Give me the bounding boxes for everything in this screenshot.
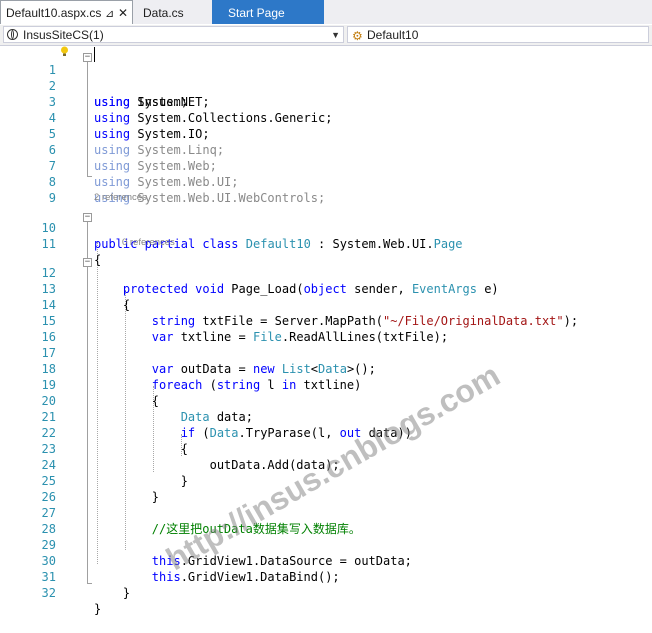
navigation-bar: InsusSiteCS(1) ▼ ⚙ Default10: [0, 25, 652, 46]
code-line-28: 28: [0, 505, 652, 536]
code-line-16: 16: [0, 313, 652, 344]
code-line-23: 23 outData.Add(data);: [0, 425, 652, 472]
code-line-21: 21 if (Data.TryParase(l, out data)): [0, 393, 652, 440]
code-line-19: 19 {: [0, 361, 652, 408]
line-number: 32: [41, 586, 56, 600]
code-line-4: 4 using System.IO;: [0, 94, 652, 141]
code-line-13: 13 {: [0, 265, 652, 312]
tab-label: Data.cs: [143, 6, 184, 20]
text-cursor: [94, 47, 95, 62]
document-tab-bar: Default10.aspx.cs ⊿ ✕ Data.cs Start Page: [0, 0, 652, 24]
class-icon: ⚙: [352, 29, 363, 43]
code-line-26: 26: [0, 473, 652, 504]
code-line-15: 15 var txtline = File.ReadAllLines(txtFi…: [0, 297, 652, 344]
tab-default10-aspx-cs[interactable]: Default10.aspx.cs ⊿ ✕: [0, 0, 133, 24]
project-dropdown-value: InsusSiteCS(1): [23, 28, 104, 42]
class-dropdown[interactable]: ⚙ Default10: [347, 26, 649, 43]
lightbulb-icon[interactable]: [60, 46, 69, 57]
code-line-7: 7 using System.Web.UI;: [0, 142, 652, 189]
code-line-31: 31 }: [0, 553, 652, 600]
class-dropdown-value: Default10: [367, 28, 419, 42]
codelens-class-references[interactable]: 2 references: [94, 191, 147, 205]
project-dropdown[interactable]: InsusSiteCS(1) ▼: [3, 26, 344, 43]
code-line-32: 32 }: [0, 569, 652, 616]
code-line-6: 6 using System.Web;: [0, 126, 652, 173]
code-line-22: 22 {: [0, 409, 652, 456]
code-editor[interactable]: − − − 1 using Insus.NET; 2 using System;…: [0, 46, 652, 616]
code-line-24: 24 }: [0, 441, 652, 488]
codelens-method-references[interactable]: 0 references: [122, 236, 175, 250]
pin-icon[interactable]: ⊿: [105, 1, 114, 27]
code-line-30: 30 this.GridView1.DataBind();: [0, 537, 652, 584]
code-line-5: 5 using System.Linq;: [0, 110, 652, 157]
tab-label: Default10.aspx.cs: [6, 6, 102, 20]
code-line-12: 12 protected void Page_Load(object sende…: [0, 249, 652, 296]
code-line-3: 3 using System.Collections.Generic;: [0, 78, 652, 125]
code-line-9: 9: [0, 174, 652, 205]
code-line-18: 18 foreach (string l in txtline): [0, 345, 652, 392]
code-line-27: 27 //这里把outData数据集写入数据库。: [0, 489, 652, 536]
code-line-1: 1 using Insus.NET;: [0, 46, 652, 109]
code-line-14: 14 string txtFile = Server.MapPath("~/Fi…: [0, 281, 652, 328]
code-line-17: 17 var outData = new List<Data>();: [0, 329, 652, 376]
code-line-29: 29 this.GridView1.DataSource = outData;: [0, 521, 652, 568]
tab-data-cs[interactable]: Data.cs: [135, 0, 210, 24]
code-line-8: 8 using System.Web.UI.WebControls;: [0, 158, 652, 205]
close-icon[interactable]: ✕: [118, 0, 128, 26]
code-line-2: 2 using System;: [0, 62, 652, 109]
code-line-11: 11 {: [0, 220, 652, 267]
project-globe-icon: [7, 29, 18, 40]
chevron-down-icon[interactable]: ▼: [331, 27, 340, 43]
tab-start-page[interactable]: Start Page: [212, 0, 324, 24]
code-line-20: 20 Data data;: [0, 377, 652, 424]
tab-label: Start Page: [228, 6, 285, 20]
code-line-25: 25 }: [0, 457, 652, 504]
code-line-10: 10 public partial class Default10 : Syst…: [0, 204, 652, 251]
